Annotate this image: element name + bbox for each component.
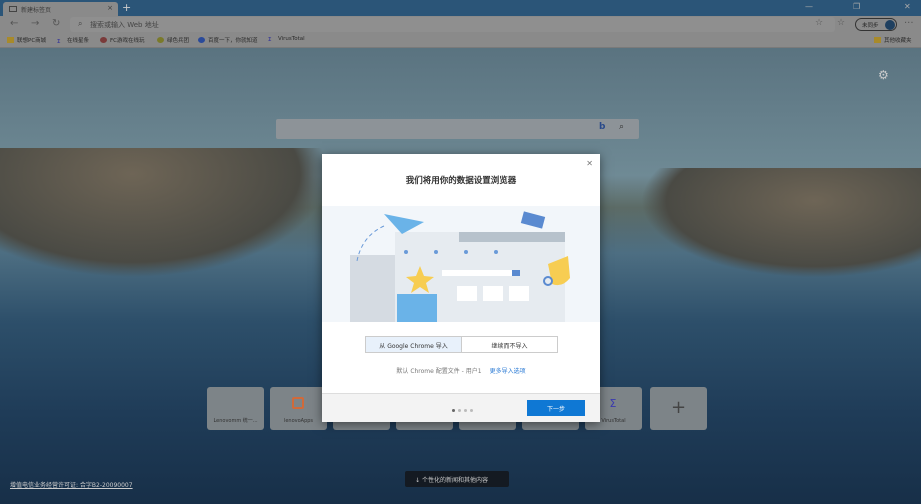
avatar: [885, 20, 895, 30]
folder-icon: [7, 37, 14, 43]
add-quick-link-button[interactable]: +: [650, 387, 707, 430]
back-button[interactable]: ←: [10, 18, 18, 29]
import-choice-group: 从 Google Chrome 导入 继续而不导入: [365, 336, 558, 353]
bookmark[interactable]: 联想PC商城: [7, 36, 46, 44]
refresh-button[interactable]: ↻: [52, 18, 60, 29]
folder-icon: [874, 37, 881, 43]
web-search-box[interactable]: b⌕: [276, 119, 639, 139]
news-label: 个性化的新闻和其他内容: [422, 477, 488, 484]
minimize-button[interactable]: —: [805, 2, 813, 11]
profile-text: 默认 Chrome 配置文件 - 用户1: [396, 368, 481, 375]
search-icon: ⌕: [78, 19, 82, 29]
lenovoapps-icon: [292, 397, 304, 409]
bookmark-label: 百度一下，你就知道: [208, 38, 258, 44]
bookmark-label: 在线星条: [67, 38, 89, 44]
address-bar[interactable]: ⌕ 搜索或输入 Web 地址: [70, 17, 835, 32]
site-icon: [100, 37, 107, 43]
import-dialog: ✕ 我们将用你的数据设置浏览器 从 Google Chrome 导入 继续而不导…: [322, 154, 600, 422]
tile-label: Lenovomm 统一...: [207, 417, 264, 424]
bookmarks-bar: 联想PC商城 Σ在线星条 FC游戏在线玩 绿色兵团 百度一下，你就知道 ΣVir…: [0, 33, 921, 48]
quick-link-tile[interactable]: lenovoApps: [270, 387, 327, 430]
background-hill: [640, 168, 921, 278]
close-tab-icon[interactable]: ×: [107, 4, 113, 12]
toolbar: ← → ↻ ⌕ 搜索或输入 Web 地址 ☆ ☆ 未同步 ···: [0, 16, 921, 33]
step-dot: [470, 409, 473, 412]
dialog-footer: 下一步: [322, 393, 600, 422]
profile-label: 未同步: [862, 23, 879, 29]
continue-without-import-button[interactable]: 继续而不导入: [462, 337, 557, 352]
bookmark[interactable]: Σ在线星条: [57, 36, 89, 45]
favorite-star-icon[interactable]: ☆: [815, 18, 823, 28]
sigma-icon: Σ: [607, 397, 619, 409]
dialog-title: 我们将用你的数据设置浏览器: [322, 174, 600, 186]
sigma-icon: Σ: [268, 37, 275, 43]
step-indicator: [452, 406, 476, 414]
background-hill: [0, 148, 330, 278]
import-from-chrome-button[interactable]: 从 Google Chrome 导入: [366, 337, 462, 352]
step-dot: [458, 409, 461, 412]
tab-title: 新建标签页: [21, 7, 51, 14]
bookmark-label: FC游戏在线玩: [110, 38, 145, 44]
more-import-options-link[interactable]: 更多导入选项: [490, 368, 526, 375]
news-button[interactable]: ↓ 个性化的新闻和其他内容: [405, 471, 509, 487]
illustration-graphic: [322, 206, 600, 322]
bookmark-label: 联想PC商城: [17, 38, 46, 44]
profile-button[interactable]: 未同步: [855, 18, 897, 31]
arrow-down-icon: ↓: [415, 477, 422, 484]
baidu-icon: [198, 37, 205, 43]
step-dot: [452, 409, 455, 412]
bookmark[interactable]: ΣVirusTotal: [268, 36, 305, 43]
bookmark-label: 绿色兵团: [167, 38, 189, 44]
import-illustration: [322, 206, 600, 322]
forward-button[interactable]: →: [31, 18, 39, 29]
bookmark-label: 其他收藏夹: [884, 38, 912, 44]
address-placeholder: 搜索或输入 Web 地址: [90, 21, 159, 29]
bookmark[interactable]: 百度一下，你就知道: [198, 36, 258, 44]
sigma-icon: Σ: [57, 39, 64, 45]
close-window-button[interactable]: ✕: [904, 2, 911, 11]
gear-icon[interactable]: ⚙: [878, 68, 889, 82]
next-button[interactable]: 下一步: [527, 400, 585, 416]
site-icon: [157, 37, 164, 43]
restore-button[interactable]: ❐: [853, 2, 860, 11]
new-tab-button[interactable]: +: [122, 1, 131, 14]
step-dot: [464, 409, 467, 412]
favorites-icon[interactable]: ☆: [837, 18, 845, 28]
close-icon[interactable]: ✕: [586, 159, 593, 168]
search-icon[interactable]: ⌕: [619, 122, 624, 132]
profile-info: 默认 Chrome 配置文件 - 用户1 更多导入选项: [322, 366, 600, 375]
page-icon: [9, 6, 17, 12]
title-bar: 新建标签页 × + — ❐ ✕: [0, 0, 921, 16]
icp-license-link[interactable]: 增值电信业务经营许可证: 合字B2-20090007: [10, 480, 133, 489]
quick-link-tile[interactable]: Lenovomm 统一...: [207, 387, 264, 430]
more-menu-icon[interactable]: ···: [904, 18, 914, 29]
tile-label: lenovoApps: [270, 418, 327, 424]
other-bookmarks[interactable]: 其他收藏夹: [874, 36, 912, 44]
tab-new-tab[interactable]: 新建标签页 ×: [3, 2, 118, 16]
bing-icon[interactable]: b: [599, 122, 605, 132]
bookmark[interactable]: FC游戏在线玩: [100, 36, 145, 44]
bookmark-label: VirusTotal: [278, 36, 305, 42]
bookmark[interactable]: 绿色兵团: [157, 36, 189, 44]
